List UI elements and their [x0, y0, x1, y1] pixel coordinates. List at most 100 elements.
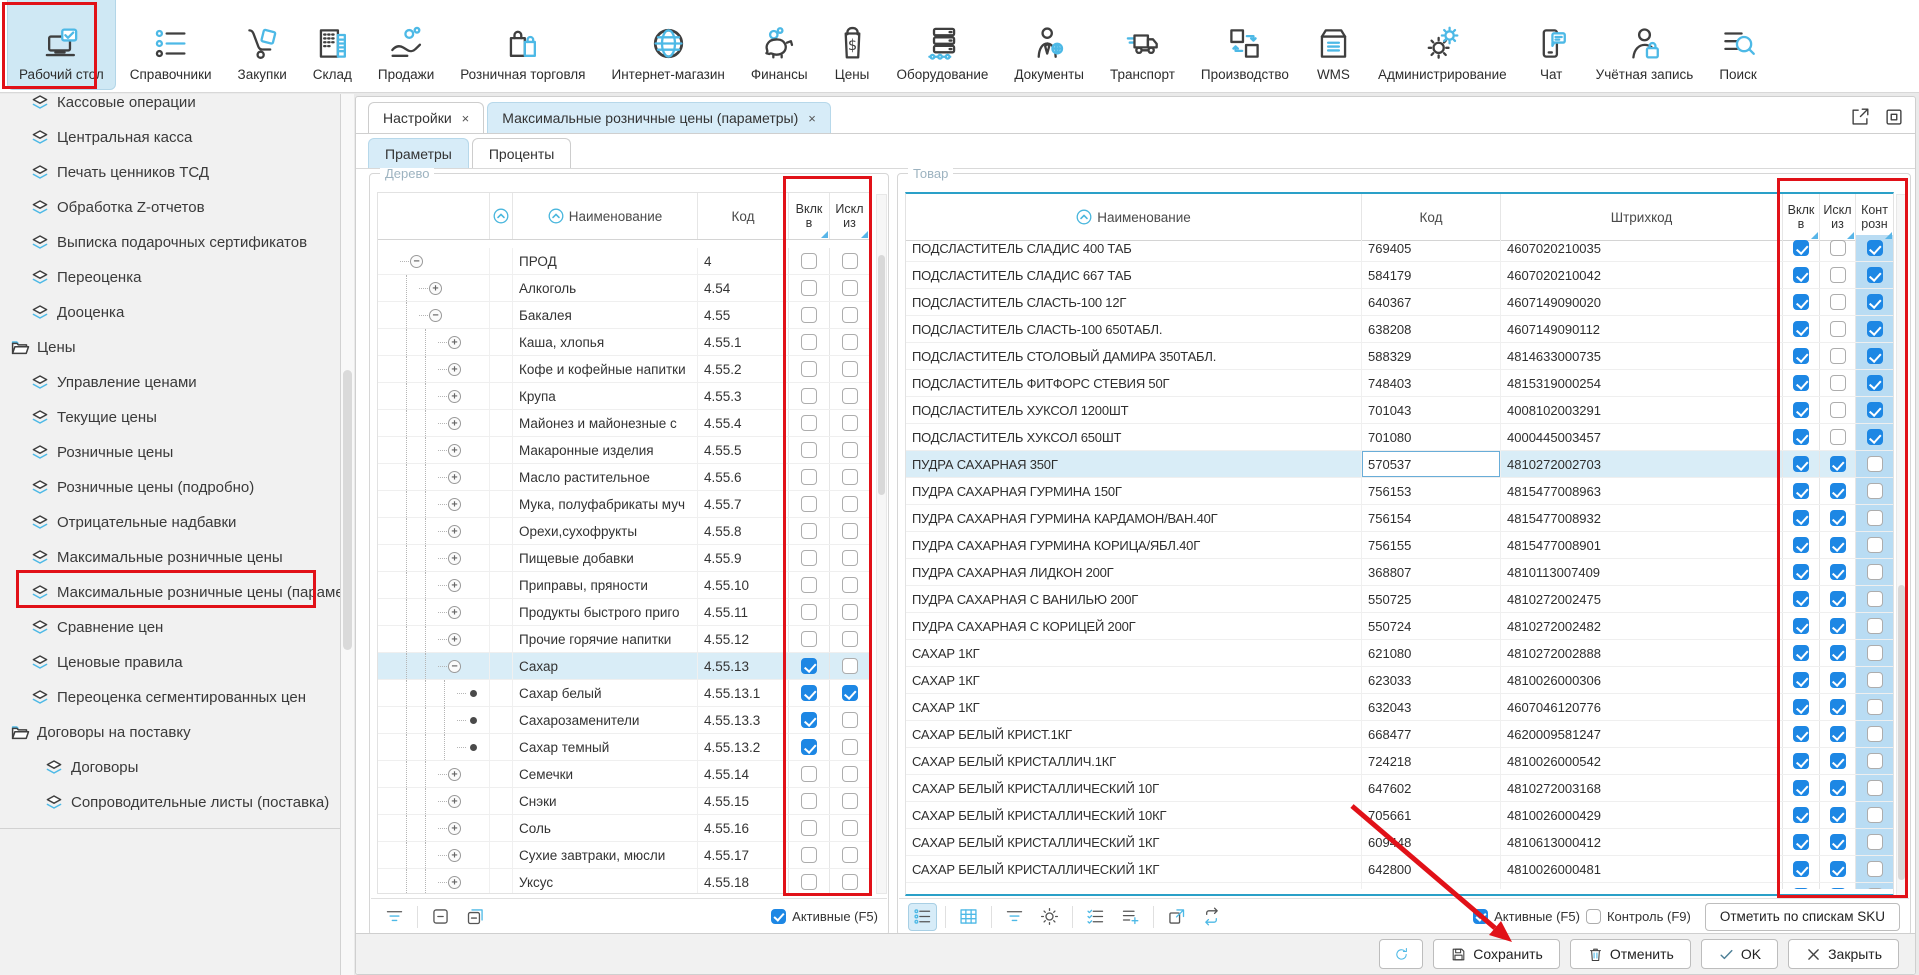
tree-row[interactable]: +Соль4.55.16	[378, 815, 869, 842]
exclude-checkbox[interactable]	[1830, 483, 1846, 499]
product-row[interactable]: ПОДСЛАСТИТЕЛЬ ФИТФОРС СТЕВИЯ 50Г74840348…	[906, 370, 1893, 397]
exclude-checkbox[interactable]	[842, 415, 858, 431]
exclude-checkbox[interactable]	[1830, 807, 1846, 823]
tree-row[interactable]: −ПРОД4	[378, 248, 869, 275]
include-checkbox[interactable]	[801, 496, 817, 512]
ok-button[interactable]: OK	[1701, 939, 1778, 969]
sidebar-item-price-rules[interactable]: Ценовые правила	[0, 645, 340, 680]
exclude-checkbox[interactable]	[1830, 645, 1846, 661]
toolbar-item-transport[interactable]: Транспорт	[1098, 0, 1187, 90]
exclude-checkbox[interactable]	[1830, 429, 1846, 445]
collapse-node-icon[interactable]: −	[429, 309, 442, 322]
active-checkbox[interactable]	[1473, 909, 1488, 924]
export-button[interactable]	[1162, 903, 1191, 931]
tab-settings[interactable]: Настройки ×	[368, 102, 484, 133]
control-retail-checkbox[interactable]	[1867, 591, 1883, 607]
sidebar-item-price-management[interactable]: Управление ценами	[0, 365, 340, 400]
expand-node-icon[interactable]: +	[448, 336, 461, 349]
product-code-column-header[interactable]: Код	[1361, 194, 1500, 240]
include-checkbox[interactable]	[801, 469, 817, 485]
toolbar-item-prices[interactable]: $Цены	[822, 0, 883, 90]
expand-node-icon[interactable]: +	[448, 768, 461, 781]
expand-node-icon[interactable]: +	[448, 579, 461, 592]
tab-max-retail-prices-params[interactable]: Максимальные розничные цены (параметры) …	[487, 102, 831, 133]
tree-active-filter[interactable]: Активные (F5)	[771, 909, 878, 924]
include-checkbox[interactable]	[1793, 483, 1809, 499]
sidebar-item-print-tags-tsd[interactable]: Печать ценников ТСД	[0, 155, 340, 190]
tree-row[interactable]: Сахарозаменители4.55.13.3	[378, 707, 869, 734]
expand-node-icon[interactable]: +	[448, 822, 461, 835]
toolbar-item-equipment[interactable]: Оборудование	[885, 0, 1001, 90]
exclude-checkbox[interactable]	[1830, 861, 1846, 877]
tree-row[interactable]: +Кофе и кофейные напитки4.55.2	[378, 356, 869, 383]
exclude-checkbox[interactable]	[1830, 753, 1846, 769]
product-scrollbar[interactable]	[1896, 194, 1907, 896]
control-retail-checkbox[interactable]	[1867, 402, 1883, 418]
sidebar-item-contracts[interactable]: Договоры	[0, 750, 340, 785]
tree-row[interactable]: +Масло растительное4.55.6	[378, 464, 869, 491]
include-checkbox[interactable]	[801, 442, 817, 458]
control-retail-checkbox[interactable]	[1867, 618, 1883, 634]
tree-row[interactable]: −Бакалея4.55	[378, 302, 869, 329]
product-row[interactable]: ПУДРА САХАРНАЯ ГУРМИНА 150Г7561534815477…	[906, 478, 1893, 505]
exclude-checkbox[interactable]	[1830, 510, 1846, 526]
include-checkbox[interactable]	[1793, 591, 1809, 607]
include-checkbox[interactable]	[801, 820, 817, 836]
include-checkbox[interactable]	[801, 550, 817, 566]
toolbar-item-internet-shop[interactable]: Интернет-магазин	[600, 0, 737, 90]
exclude-checkbox[interactable]	[1830, 591, 1846, 607]
product-row[interactable]: ПУДРА САХАРНАЯ ЛИДКОН 200Г36880748101130…	[906, 559, 1893, 586]
sidebar-item-supply-contracts-folder[interactable]: Договоры на поставку	[0, 715, 340, 750]
control-retail-checkbox[interactable]	[1867, 375, 1883, 391]
collapse-stack-button[interactable]	[461, 903, 490, 931]
control-retail-checkbox[interactable]	[1867, 861, 1883, 877]
include-checkbox[interactable]	[801, 334, 817, 350]
control-retail-checkbox[interactable]	[1867, 645, 1883, 661]
exclude-checkbox[interactable]	[842, 847, 858, 863]
exclude-checkbox[interactable]	[842, 739, 858, 755]
expand-node-icon[interactable]: +	[448, 444, 461, 457]
control-retail-checkbox[interactable]	[1867, 240, 1883, 256]
include-checkbox[interactable]	[1793, 699, 1809, 715]
include-checkbox[interactable]	[1793, 429, 1809, 445]
sidebar-item-z-reports[interactable]: Обработка Z-отчетов	[0, 190, 340, 225]
exclude-checkbox[interactable]	[842, 874, 858, 890]
tree-row[interactable]: +Уксус4.55.18	[378, 869, 869, 894]
toolbar-item-purchases[interactable]: Закупки	[226, 0, 299, 90]
include-checkbox[interactable]	[1793, 510, 1809, 526]
product-row[interactable]: ПОДСЛАСТИТЕЛЬ СЛАДИС 667 ТАБ584179460702…	[906, 262, 1893, 289]
sidebar-item-negative-markups[interactable]: Отрицательные надбавки	[0, 505, 340, 540]
save-button[interactable]: Сохранить	[1433, 939, 1560, 969]
include-checkbox[interactable]	[1793, 645, 1809, 661]
include-checkbox[interactable]	[1793, 402, 1809, 418]
exclude-checkbox[interactable]	[842, 766, 858, 782]
exclude-checkbox[interactable]	[1830, 699, 1846, 715]
sidebar-item-max-retail-prices[interactable]: Максимальные розничные цены	[0, 540, 340, 575]
sidebar-item-revaluation[interactable]: Переоценка	[0, 260, 340, 295]
control-retail-checkbox[interactable]	[1867, 537, 1883, 553]
toolbar-item-desktop[interactable]: Рабочий стол	[7, 0, 116, 90]
tree-row[interactable]: +Макаронные изделия4.55.5	[378, 437, 869, 464]
tree-row[interactable]: Сахар белый4.55.13.1	[378, 680, 869, 707]
product-row[interactable]: САХАР БЕЛЫЙ КРИСТАЛЛИЧЕСКИЙ 1КГ642800481…	[906, 856, 1893, 883]
product-barcode-column-header[interactable]: Штрихкод	[1500, 194, 1782, 240]
exclude-checkbox[interactable]	[842, 442, 858, 458]
include-checkbox[interactable]	[801, 577, 817, 593]
toolbar-item-warehouse[interactable]: Склад	[301, 0, 364, 90]
list-view-button[interactable]	[908, 903, 937, 931]
expand-node-icon[interactable]: +	[448, 849, 461, 862]
sidebar-scrollbar-thumb[interactable]	[343, 370, 352, 650]
exclude-checkbox[interactable]	[842, 820, 858, 836]
expand-node-icon[interactable]: +	[448, 633, 461, 646]
include-checkbox[interactable]	[1793, 294, 1809, 310]
tab-close-icon[interactable]: ×	[808, 111, 816, 126]
exclude-checkbox[interactable]	[1830, 834, 1846, 850]
filter-button[interactable]	[1000, 903, 1029, 931]
include-checkbox[interactable]	[801, 658, 817, 674]
product-row[interactable]: ПОДСЛАСТИТЕЛЬ ХУКСОЛ 650ШТ70108040004450…	[906, 424, 1893, 451]
control-retail-checkbox[interactable]	[1867, 294, 1883, 310]
control-retail-checkbox[interactable]	[1867, 456, 1883, 472]
include-checkbox[interactable]	[801, 766, 817, 782]
include-checkbox[interactable]	[1793, 807, 1809, 823]
include-checkbox[interactable]	[801, 793, 817, 809]
